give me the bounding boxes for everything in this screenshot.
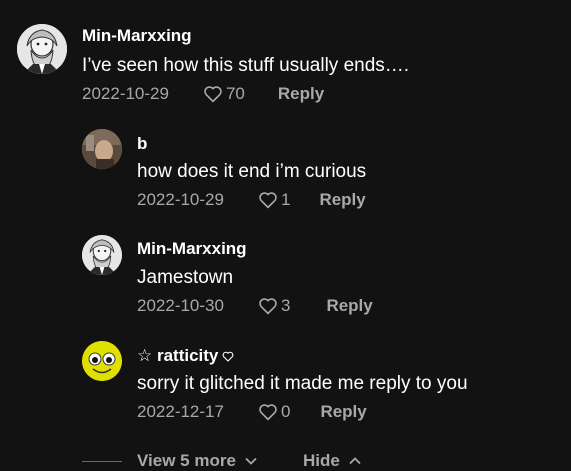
heart-icon <box>259 298 277 315</box>
like-count: 3 <box>280 296 291 315</box>
like-button[interactable]: 3 <box>258 296 290 316</box>
marx-portrait-icon <box>17 24 67 74</box>
divider-line <box>82 461 122 462</box>
avatar[interactable] <box>82 235 122 275</box>
heart-outline-icon <box>223 351 234 362</box>
heart-icon <box>259 192 277 209</box>
view-more-button[interactable]: View 5 more <box>137 451 257 471</box>
comment-text: how does it end i’m curious <box>137 161 367 182</box>
reply-button[interactable]: Reply <box>326 296 372 316</box>
like-count: 70 <box>225 84 245 103</box>
like-count: 1 <box>280 190 291 209</box>
comment-date: 2022-10-29 <box>82 84 169 103</box>
avatar[interactable] <box>17 24 67 74</box>
comment-username[interactable]: Min-Marxxing <box>82 26 192 46</box>
reply-button[interactable]: Reply <box>319 190 365 210</box>
comment-date: 2022-10-29 <box>137 190 224 209</box>
chevron-down-icon <box>245 457 257 465</box>
comment-meta: 2022-10-29 1 Reply <box>137 190 366 210</box>
comment-username[interactable]: b <box>137 134 147 154</box>
hide-button[interactable]: Hide <box>303 451 361 471</box>
comment-date: 2022-10-30 <box>137 296 224 315</box>
avatar[interactable] <box>82 341 122 381</box>
reply-button[interactable]: Reply <box>320 402 366 422</box>
smiley-face-icon <box>82 341 122 381</box>
comment-username[interactable]: Min-Marxxing <box>137 239 247 259</box>
comment-meta: 2022-12-17 0 Reply <box>137 402 367 422</box>
reply-button[interactable]: Reply <box>278 84 324 104</box>
comment-text: sorry it glitched it made me reply to yo… <box>137 373 468 394</box>
like-count: 0 <box>280 402 291 421</box>
comment-username[interactable]: ☆ ratticity <box>137 346 234 366</box>
photo-avatar-icon <box>82 129 122 169</box>
comment-text: I’ve seen how this stuff usually ends…. <box>82 55 410 76</box>
marx-portrait-icon <box>82 235 122 275</box>
comment-meta: 2022-10-30 3 Reply <box>137 296 373 316</box>
like-button[interactable]: 0 <box>258 402 290 422</box>
heart-icon <box>259 404 277 421</box>
chevron-up-icon <box>349 457 361 465</box>
comment-date: 2022-12-17 <box>137 402 224 421</box>
view-more-label: View 5 more <box>137 451 236 470</box>
like-button[interactable]: 1 <box>258 190 290 210</box>
heart-icon <box>204 86 222 103</box>
avatar[interactable] <box>82 129 122 169</box>
username-text: ☆ ratticity <box>137 346 219 365</box>
hide-label: Hide <box>303 451 340 470</box>
like-button[interactable]: 70 <box>203 84 245 104</box>
comment-meta: 2022-10-29 70 Reply <box>82 84 324 104</box>
comment-text: Jamestown <box>137 267 234 288</box>
